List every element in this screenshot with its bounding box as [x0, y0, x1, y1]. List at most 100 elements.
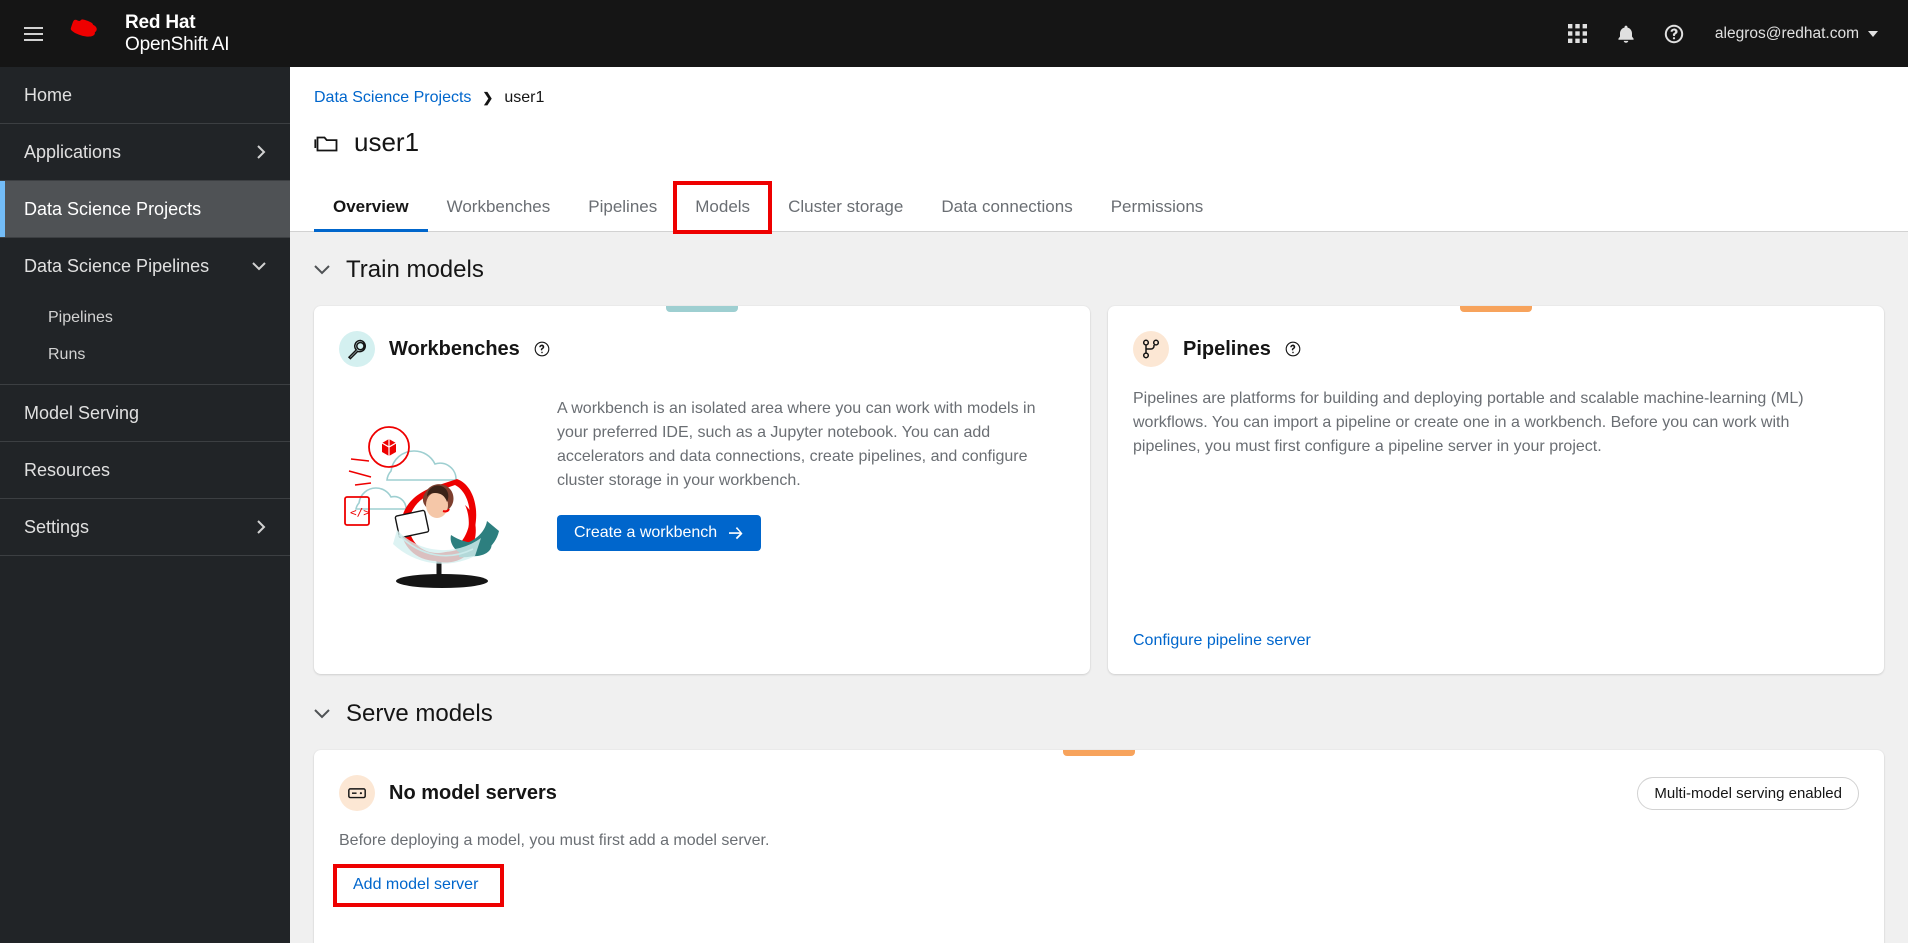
hamburger-bar — [24, 33, 43, 35]
card-body: Pipelines are platforms for building and… — [1133, 379, 1859, 459]
masthead-toolbar: alegros@redhat.com — [1557, 13, 1908, 55]
model-server-card: No model servers Multi-model serving ena… — [314, 750, 1884, 943]
question-circle-icon[interactable] — [1285, 341, 1301, 357]
card-accent-bar — [666, 306, 738, 312]
page-title: user1 — [354, 127, 419, 158]
card-title: Workbenches — [389, 338, 520, 361]
brand-title-line2: OpenShift AI — [125, 34, 229, 55]
sidebar-item-label: Settings — [24, 517, 89, 538]
brand-title-line1: Red Hat — [125, 12, 229, 33]
add-model-server-annotation: Add model server — [337, 868, 500, 903]
chevron-down-icon[interactable] — [314, 265, 330, 275]
workbenches-card: Workbenches — [314, 306, 1090, 674]
card-header: Workbenches — [339, 331, 1065, 367]
red-hat-logo-icon — [70, 19, 114, 49]
card-title: No model servers — [389, 782, 557, 805]
workbench-illustration: </> — [339, 385, 537, 600]
section-title: Serve models — [346, 700, 493, 728]
sidebar-item-data-science-pipelines[interactable]: Data Science Pipelines — [0, 238, 290, 295]
user-email-label: alegros@redhat.com — [1715, 25, 1859, 43]
card-description: Pipelines are platforms for building and… — [1133, 387, 1859, 459]
tab-models[interactable]: Models — [676, 184, 769, 231]
arrow-right-icon — [729, 527, 744, 540]
hamburger-bar — [24, 39, 43, 41]
tab-permissions[interactable]: Permissions — [1092, 184, 1223, 231]
tab-label: Cluster storage — [788, 197, 903, 216]
pipelines-card-footer: Configure pipeline server — [1133, 632, 1311, 650]
section-header-serve-models: Serve models — [314, 700, 1884, 728]
card-description: A workbench is an isolated area where yo… — [557, 397, 1065, 493]
main-content: Data Science Projects ❯ user1 user1 Over… — [290, 67, 1908, 943]
masthead: Red Hat OpenShift AI alegros@redhat. — [0, 0, 1908, 67]
chevron-down-icon — [252, 262, 266, 271]
model-server-title-group: No model servers — [339, 775, 557, 811]
question-circle-icon — [1664, 24, 1684, 44]
sidebar-item-label: Resources — [24, 460, 110, 481]
sidebar-subitem-label: Pipelines — [48, 309, 113, 327]
status-badge: Multi-model serving enabled — [1637, 777, 1859, 810]
breadcrumb-link-data-science-projects[interactable]: Data Science Projects — [314, 89, 471, 107]
card-header: No model servers Multi-model serving ena… — [339, 775, 1859, 811]
sidebar-item-data-science-projects[interactable]: Data Science Projects — [0, 181, 290, 238]
tab-pipelines[interactable]: Pipelines — [569, 184, 676, 231]
overview-panel: Train models Workbenches — [290, 232, 1908, 943]
create-a-workbench-button[interactable]: Create a workbench — [557, 515, 761, 551]
card-title: Pipelines — [1183, 338, 1271, 361]
section-header-train-models: Train models — [314, 256, 1884, 284]
sidebar-item-runs[interactable]: Runs — [0, 336, 290, 373]
add-model-server-link[interactable]: Add model server — [353, 876, 478, 894]
svg-text:</>: </> — [350, 506, 370, 519]
notifications-button[interactable] — [1605, 13, 1647, 55]
sidebar-item-label: Home — [24, 85, 72, 106]
page-header: Data Science Projects ❯ user1 user1 — [290, 67, 1908, 158]
tab-label: Permissions — [1111, 197, 1204, 216]
page-title-row: user1 — [314, 127, 1884, 158]
sidebar-item-label: Applications — [24, 142, 121, 163]
configure-pipeline-server-link[interactable]: Configure pipeline server — [1133, 632, 1311, 650]
question-circle-icon[interactable] — [534, 341, 550, 357]
chevron-down-icon[interactable] — [314, 709, 330, 719]
card-accent-bar — [1460, 306, 1532, 312]
sidebar-item-resources[interactable]: Resources — [0, 442, 290, 499]
sidebar-item-settings[interactable]: Settings — [0, 499, 290, 556]
sidebar-item-pipelines[interactable]: Pipelines — [0, 299, 290, 336]
button-label: Create a workbench — [574, 524, 717, 542]
sidebar-subitem-label: Runs — [48, 346, 85, 364]
workbenches-card-text-col: A workbench is an isolated area where yo… — [557, 379, 1065, 600]
sidebar-item-label: Data Science Pipelines — [24, 256, 209, 277]
tab-label: Workbenches — [447, 197, 551, 216]
card-body: </> — [339, 379, 1065, 600]
sidebar-item-home[interactable]: Home — [0, 67, 290, 124]
user-menu[interactable]: alegros@redhat.com — [1701, 17, 1886, 51]
tab-label: Overview — [333, 197, 409, 216]
sidebar-item-model-serving[interactable]: Model Serving — [0, 385, 290, 442]
global-navigation-toggle[interactable] — [10, 11, 56, 57]
breadcrumb-separator-icon: ❯ — [482, 90, 493, 106]
project-tabs: Overview Workbenches Pipelines Models Cl… — [290, 184, 1908, 232]
chevron-down-icon — [1868, 31, 1878, 37]
help-button[interactable] — [1653, 13, 1695, 55]
tab-label: Pipelines — [588, 197, 657, 216]
tab-overview[interactable]: Overview — [314, 184, 428, 231]
tab-label: Models — [695, 197, 750, 216]
app-launcher-button[interactable] — [1557, 13, 1599, 55]
brand-logo[interactable]: Red Hat OpenShift AI — [70, 12, 229, 55]
tab-workbenches[interactable]: Workbenches — [428, 184, 570, 231]
sidebar-item-label: Model Serving — [24, 403, 139, 424]
sidebar-item-label: Data Science Projects — [24, 199, 201, 220]
card-accent-bar — [1063, 750, 1135, 756]
tab-cluster-storage[interactable]: Cluster storage — [769, 184, 922, 231]
card-description: Before deploying a model, you must first… — [339, 832, 1859, 850]
section-title: Train models — [346, 256, 484, 284]
breadcrumb: Data Science Projects ❯ user1 — [314, 89, 1884, 107]
grid-icon — [1568, 24, 1587, 43]
hamburger-bar — [24, 27, 43, 29]
sidebar-subnav-pipelines: Pipelines Runs — [0, 295, 290, 385]
chevron-right-icon — [257, 520, 266, 534]
pipeline-branch-icon — [1133, 331, 1169, 367]
sidebar-item-applications[interactable]: Applications — [0, 124, 290, 181]
project-folder-icon — [314, 130, 340, 156]
tab-data-connections[interactable]: Data connections — [922, 184, 1091, 231]
bell-icon — [1617, 24, 1635, 44]
model-server-icon — [339, 775, 375, 811]
